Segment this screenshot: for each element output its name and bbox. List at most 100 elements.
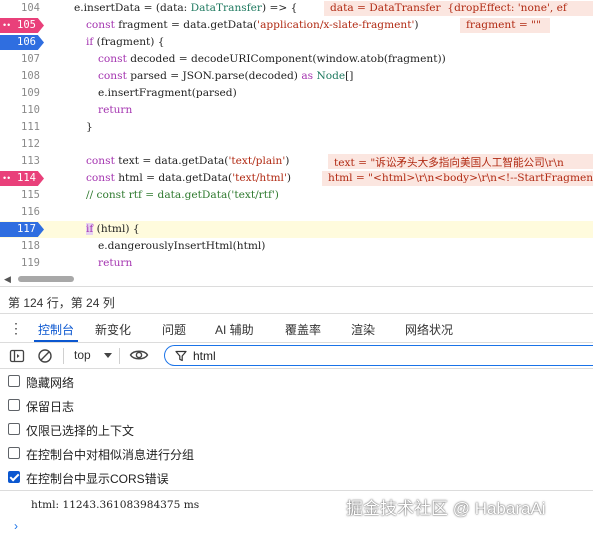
line-gutter[interactable]: 104	[0, 0, 42, 17]
scrollbar-thumb[interactable]	[18, 276, 74, 282]
code-line-114[interactable]: •• 114 const html = data.getData('text/ht…	[0, 170, 593, 187]
console-prompt-chevron-icon[interactable]: ›	[14, 519, 18, 533]
checkbox-label: 保留日志	[26, 400, 75, 414]
line-number: 118	[21, 240, 40, 252]
line-gutter[interactable]: •• 114	[0, 170, 44, 187]
live-expression-eye-icon[interactable]	[129, 347, 149, 366]
line-gutter[interactable]: 107	[0, 51, 42, 68]
line-gutter[interactable]: 108	[0, 68, 42, 85]
code-line-109[interactable]: 109 e.insertFragment(parsed)	[0, 85, 593, 102]
code-text: e.insertFragment(parsed)	[98, 87, 237, 99]
editor-status-bar: 第 124 行，第 24 列	[0, 286, 593, 314]
conditional-breakpoint-marker[interactable]: •• 105	[0, 18, 44, 33]
code-text: const html = data.getData('text/html')	[86, 172, 291, 184]
watermark: 掘金技术社区 @ HabaraAi	[346, 499, 546, 518]
more-tabs-menu-icon[interactable]: ⋮	[9, 320, 23, 336]
code-line-112[interactable]: 112	[0, 136, 593, 153]
line-gutter[interactable]: 111	[0, 119, 42, 136]
code-line-115[interactable]: 115 // const rtf = data.getData('text/rt…	[0, 187, 593, 204]
line-gutter[interactable]: 115	[0, 187, 42, 204]
line-gutter[interactable]: 116	[0, 204, 42, 221]
filter-funnel-icon	[175, 350, 187, 365]
code-text: if (html) {	[86, 223, 140, 235]
tab-ai-assistance[interactable]: AI 辅助	[215, 321, 254, 338]
code-line-104[interactable]: 104 e.insertData = (data: DataTransfer) …	[0, 0, 593, 17]
toolbar-divider	[63, 348, 64, 364]
checkbox-label: 隐藏网络	[26, 376, 75, 390]
code-comment: // const rtf = data.getData('text/rtf')	[86, 189, 279, 201]
line-number: 117	[17, 223, 36, 235]
line-gutter[interactable]: 109	[0, 85, 42, 102]
source-editor[interactable]: 104 e.insertData = (data: DataTransfer) …	[0, 0, 593, 272]
line-number: 115	[21, 189, 40, 201]
code-text: return	[98, 257, 133, 269]
code-line-118[interactable]: 118 e.dangerouslyInsertHtml(html)	[0, 238, 593, 255]
line-gutter[interactable]: 119	[0, 255, 42, 272]
context-dropdown-caret-icon[interactable]	[104, 353, 112, 358]
code-text: const parsed = JSON.parse(decoded) as No…	[98, 70, 354, 82]
breakpoint-dots-icon: ••	[3, 20, 12, 30]
code-line-105[interactable]: •• 105 const fragment = data.getData('app…	[0, 17, 593, 34]
drawer-tab-bar: ⋮ 控制台 新变化 问题 AI 辅助 覆盖率 渲染 网络状况	[0, 314, 593, 343]
code-text: const text = data.getData('text/plain')	[86, 155, 290, 167]
line-number: 119	[21, 257, 40, 269]
context-select[interactable]: top	[74, 348, 91, 362]
code-line-111[interactable]: 111 }	[0, 119, 593, 136]
tab-network-conditions[interactable]: 网络状况	[405, 321, 453, 338]
console-filter-box[interactable]	[164, 345, 593, 366]
checkbox[interactable]	[8, 399, 20, 411]
clear-console-icon[interactable]	[37, 348, 53, 367]
cursor-position: 第 124 行，第 24 列	[8, 296, 115, 310]
checkbox[interactable]	[8, 375, 20, 387]
code-line-108[interactable]: 108 const parsed = JSON.parse(decoded) a…	[0, 68, 593, 85]
checkbox[interactable]	[8, 423, 20, 435]
code-line-107[interactable]: 107 const decoded = decodeURIComponent(w…	[0, 51, 593, 68]
toolbar-divider	[119, 348, 120, 364]
line-number: 107	[21, 53, 40, 65]
active-tab-indicator	[34, 340, 78, 342]
line-number: 105	[17, 19, 36, 31]
line-number: 108	[21, 70, 40, 82]
line-gutter[interactable]: 106	[0, 34, 44, 51]
scroll-left-arrow-icon[interactable]: ◀	[4, 274, 11, 285]
code-line-106[interactable]: 106 if (fragment) {	[0, 34, 593, 51]
checkbox[interactable]	[8, 447, 20, 459]
horizontal-scrollbar[interactable]: ◀	[0, 272, 593, 286]
line-number: 106	[17, 36, 36, 48]
code-line-117-current[interactable]: 117 if (html) {	[0, 221, 593, 238]
code-text: }	[86, 121, 93, 133]
tab-console[interactable]: 控制台	[38, 321, 74, 338]
line-gutter[interactable]: 112	[0, 136, 42, 153]
line-number: 109	[21, 87, 40, 99]
tab-issues[interactable]: 问题	[162, 321, 186, 338]
breakpoint-dots-icon: ••	[3, 173, 12, 183]
conditional-breakpoint-marker[interactable]: •• 114	[0, 171, 44, 186]
breakpoint-marker[interactable]: 117	[0, 222, 44, 237]
line-gutter[interactable]: 110	[0, 102, 42, 119]
line-number: 112	[21, 138, 40, 150]
sidebar-toggle-icon[interactable]	[9, 348, 25, 367]
code-line-113[interactable]: 113 const text = data.getData('text/plai…	[0, 153, 593, 170]
line-gutter[interactable]: •• 105	[0, 17, 44, 34]
tab-whats-new[interactable]: 新变化	[95, 321, 131, 338]
console-settings-panel: 隐藏网络 保留日志 仅限已选择的上下文 在控制台中对相似消息进行分组 在控制台中…	[0, 369, 593, 491]
code-line-116[interactable]: 116	[0, 204, 593, 221]
inline-value-html: html = "<html>\r\n<body>\r\n<!--StartFra…	[322, 171, 593, 186]
line-number: 111	[21, 121, 40, 133]
code-text: if (fragment) {	[86, 36, 165, 48]
tab-rendering[interactable]: 渲染	[351, 321, 375, 338]
filter-input[interactable]	[193, 348, 573, 363]
line-gutter[interactable]: 117	[0, 221, 44, 238]
code-line-119[interactable]: 119 return	[0, 255, 593, 272]
checkbox-checked[interactable]	[8, 471, 20, 483]
checkbox-label: 在控制台中对相似消息进行分组	[26, 448, 195, 462]
console-output[interactable]: html: 11243.361083984375 ms 掘金技术社区 @ Hab…	[0, 492, 593, 533]
code-text: const fragment = data.getData('applicati…	[86, 19, 419, 31]
inline-value-data: data = DataTransfer {dropEffect: 'none',…	[324, 1, 593, 16]
code-line-110[interactable]: 110 return	[0, 102, 593, 119]
line-gutter[interactable]: 113	[0, 153, 42, 170]
tab-coverage[interactable]: 覆盖率	[285, 321, 321, 338]
code-text: e.insertData = (data: DataTransfer) => {	[74, 2, 298, 14]
line-gutter[interactable]: 118	[0, 238, 42, 255]
breakpoint-marker[interactable]: 106	[0, 35, 44, 50]
